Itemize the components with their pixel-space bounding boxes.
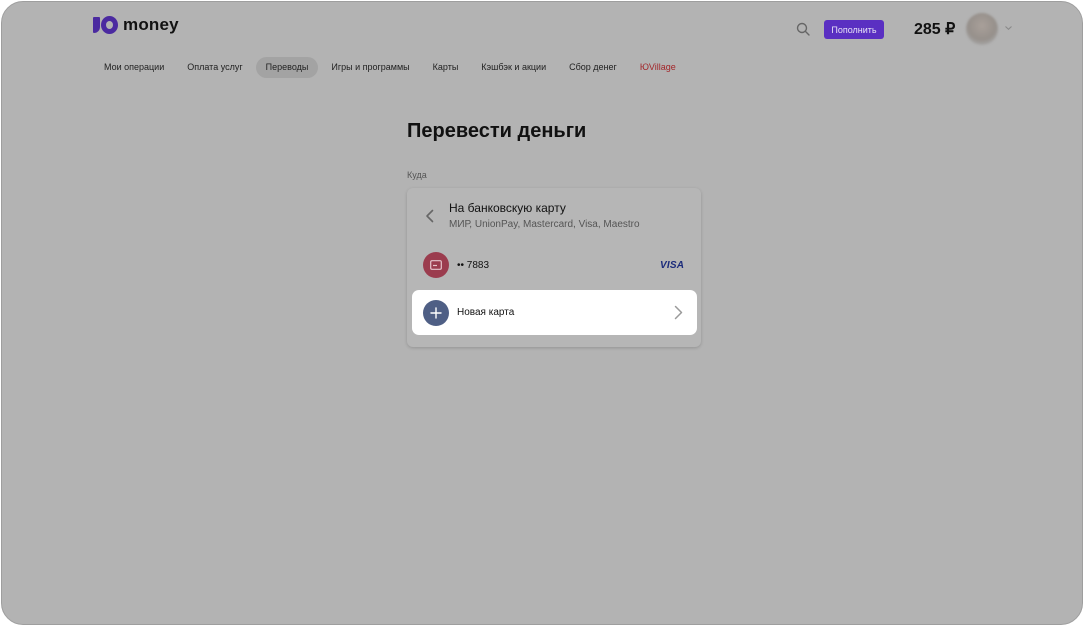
new-card-option[interactable]: Новая карта — [412, 290, 697, 335]
balance: 285 ₽ — [914, 21, 956, 38]
nav-item-cards[interactable]: Карты — [423, 57, 469, 78]
new-card-label: Новая карта — [457, 307, 515, 318]
topup-button[interactable]: Пополнить — [824, 20, 884, 39]
logo-mark-icon — [93, 16, 118, 34]
chevron-right-icon — [674, 305, 683, 320]
credit-card-icon — [423, 252, 449, 278]
avatar[interactable] — [966, 13, 998, 45]
method-title: На банковскую карту — [449, 201, 566, 215]
search-icon[interactable] — [796, 22, 810, 36]
logo-text: money — [123, 15, 179, 34]
nav-item-my-operations[interactable]: Мои операции — [94, 57, 174, 78]
nav-item-yuvillage[interactable]: ЮVillage — [630, 57, 686, 78]
nav-item-games[interactable]: Игры и программы — [321, 57, 419, 78]
visa-logo: VISA — [660, 260, 685, 271]
nav-item-payments[interactable]: Оплата услуг — [177, 57, 252, 78]
destination-label: Куда — [407, 170, 427, 180]
destination-panel: На банковскую карту МИР, UnionPay, Maste… — [407, 188, 701, 347]
page-title: Перевести деньги — [407, 120, 587, 142]
app-window: money Пополнить 285 ₽ Мои операции Оплат… — [1, 1, 1083, 625]
plus-icon — [423, 300, 449, 326]
main-nav: Мои операции Оплата услуг Переводы Игры … — [94, 57, 689, 78]
chevron-down-icon[interactable] — [1005, 26, 1012, 30]
nav-item-transfers[interactable]: Переводы — [255, 57, 319, 78]
method-subtitle: МИР, UnionPay, Mastercard, Visa, Maestro — [449, 219, 640, 230]
back-chevron-icon[interactable] — [423, 209, 437, 223]
nav-item-fundraising[interactable]: Сбор денег — [559, 57, 627, 78]
saved-card-number: •• 7883 — [457, 260, 490, 271]
logo[interactable]: money — [93, 15, 179, 35]
nav-item-cashback[interactable]: Кэшбэк и акции — [471, 57, 556, 78]
saved-card-row[interactable]: •• 7883 VISA — [412, 248, 696, 282]
